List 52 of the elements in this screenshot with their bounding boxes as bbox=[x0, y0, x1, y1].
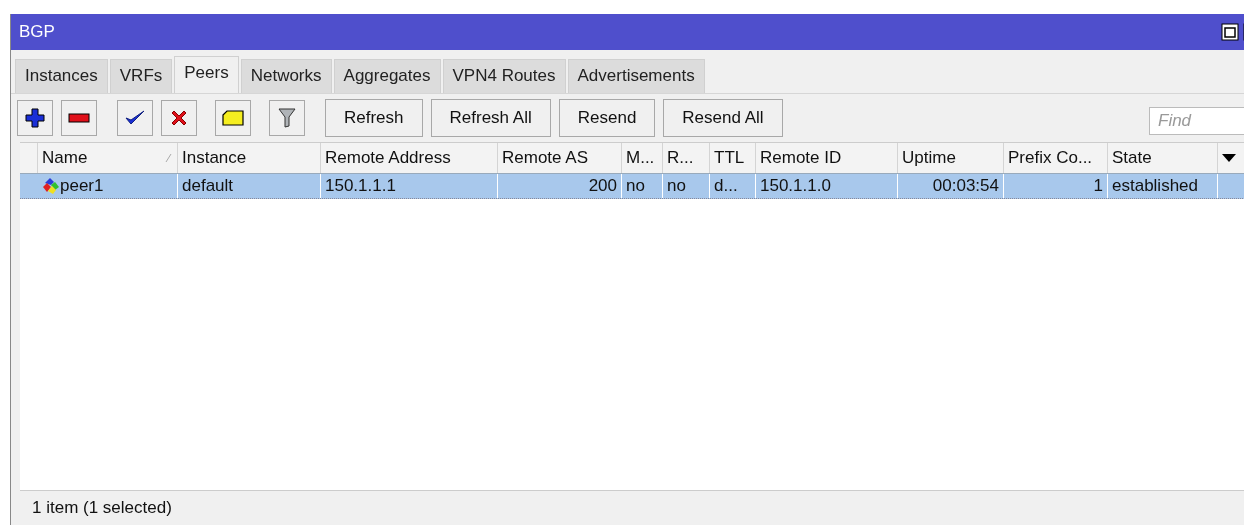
tab[interactable]: Peers bbox=[174, 56, 239, 93]
puzzle-icon bbox=[42, 177, 60, 195]
table-cell: no bbox=[667, 176, 686, 196]
tab[interactable]: Advertisements bbox=[567, 59, 705, 93]
status-text: 1 item (1 selected) bbox=[32, 498, 172, 518]
table-cell: 150.1.1.0 bbox=[760, 176, 831, 196]
column-label: Prefix Co... bbox=[1008, 148, 1093, 168]
tab[interactable]: VPN4 Routes bbox=[442, 59, 566, 93]
filter-icon bbox=[278, 108, 296, 128]
toolbar-button[interactable]: Refresh All bbox=[430, 99, 551, 137]
filter-button[interactable] bbox=[269, 100, 305, 136]
table-cell: 150.1.1.1 bbox=[325, 176, 396, 196]
window-title: BGP bbox=[19, 22, 55, 42]
column-label: State bbox=[1112, 148, 1152, 168]
toolbar-button[interactable]: Resend All bbox=[663, 99, 783, 137]
note-icon bbox=[222, 110, 244, 126]
cross-icon bbox=[170, 109, 188, 127]
check-icon bbox=[125, 110, 145, 126]
toolbar-button[interactable]: Refresh bbox=[325, 99, 423, 137]
tab[interactable]: VRFs bbox=[109, 59, 173, 93]
disable-button[interactable] bbox=[161, 100, 197, 136]
table-cell: peer1 bbox=[60, 176, 104, 196]
column-label: Remote ID bbox=[760, 148, 842, 168]
tab[interactable]: Instances bbox=[15, 59, 108, 93]
comment-button[interactable] bbox=[215, 100, 251, 136]
add-button[interactable] bbox=[17, 100, 53, 136]
dropdown-icon[interactable] bbox=[1222, 153, 1236, 163]
column-label: R... bbox=[667, 148, 694, 168]
table-cell: established bbox=[1112, 176, 1198, 196]
column-label: Remote Address bbox=[325, 148, 451, 168]
table-cell: 200 bbox=[588, 176, 617, 196]
column-label: TTL bbox=[714, 148, 745, 168]
column-label: Instance bbox=[182, 148, 247, 168]
table-cell: no bbox=[626, 176, 645, 196]
tab[interactable]: Aggregates bbox=[333, 59, 441, 93]
enable-button[interactable] bbox=[117, 100, 153, 136]
table-cell: d... bbox=[714, 176, 738, 196]
table-row[interactable]: peer1 default 150.1.1.1 200 no no d... 150.1.1.0 00:03:54 1 established bbox=[20, 173, 1244, 199]
tab[interactable]: Networks bbox=[240, 59, 332, 93]
column-label: Remote AS bbox=[502, 148, 588, 168]
column-label: Name bbox=[42, 148, 88, 168]
column-label: M... bbox=[626, 148, 655, 168]
table-cell: 00:03:54 bbox=[932, 176, 999, 196]
toolbar-button[interactable]: Resend bbox=[558, 99, 656, 137]
find-field[interactable]: Find bbox=[1149, 107, 1244, 135]
maximize-icon[interactable] bbox=[1221, 23, 1239, 41]
table-cell: default bbox=[182, 176, 234, 196]
remove-button[interactable] bbox=[61, 100, 97, 136]
column-label: Uptime bbox=[902, 148, 956, 168]
plus-icon bbox=[25, 108, 45, 128]
table-cell: 1 bbox=[1093, 176, 1103, 196]
minus-icon bbox=[68, 113, 90, 123]
